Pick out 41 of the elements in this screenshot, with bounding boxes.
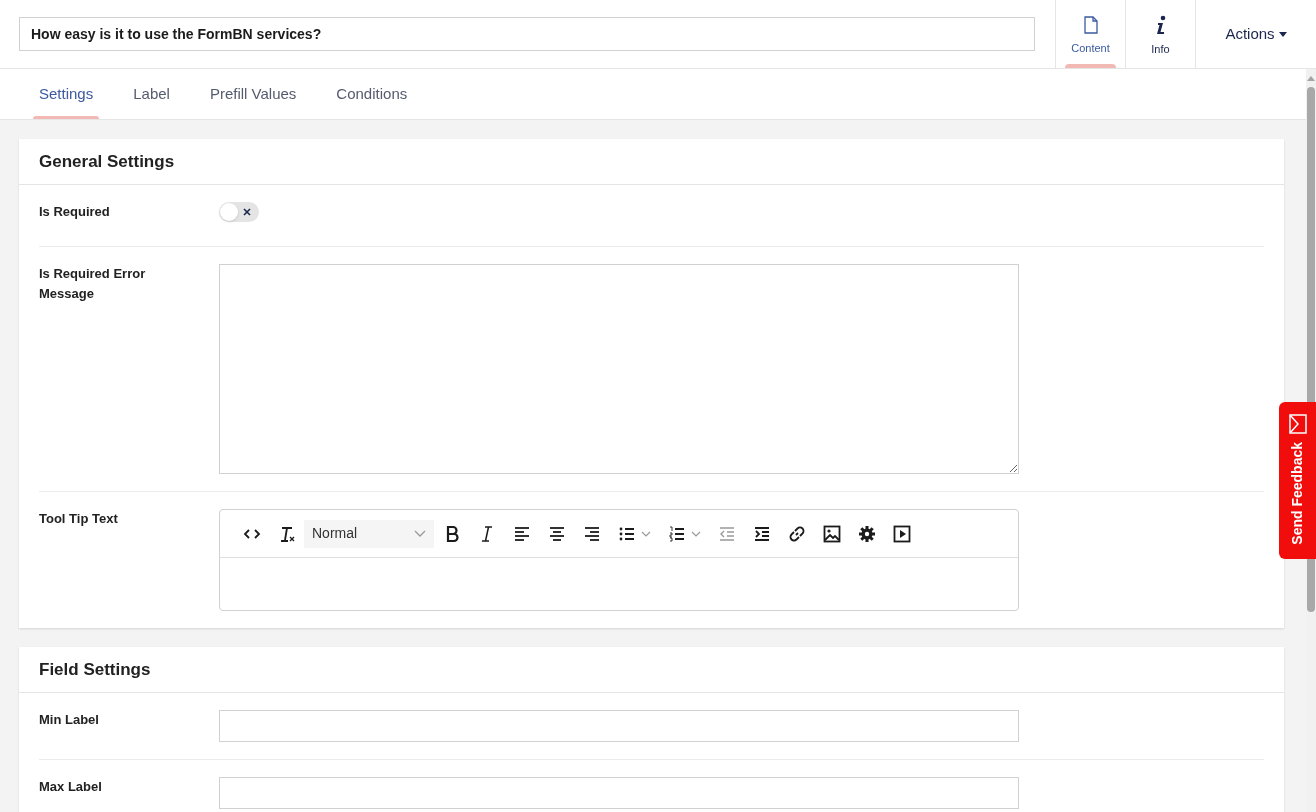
header-tab[interactable]: Info <box>1125 0 1195 68</box>
numbered-list-icon <box>667 524 686 543</box>
tab[interactable]: Label <box>113 69 190 119</box>
tab[interactable]: Settings <box>19 69 114 119</box>
chevron-down-icon <box>640 530 651 537</box>
align-center-icon <box>547 524 566 543</box>
rich-text-editor[interactable]: Normal <box>219 509 1019 611</box>
image-icon <box>822 524 841 543</box>
align-right-icon <box>582 524 601 543</box>
toggle-switch[interactable] <box>219 202 259 222</box>
indent-icon <box>752 524 771 543</box>
chevron-down-icon <box>414 530 426 537</box>
chevron-down-icon <box>690 530 701 537</box>
feedback-button[interactable]: Send Feedback <box>1279 402 1316 559</box>
tab[interactable]: Conditions <box>316 69 428 119</box>
field-label: Is Required <box>39 203 111 221</box>
align-left-icon <box>512 524 531 543</box>
field-label: Max Label <box>39 778 103 796</box>
section-title: Field Settings <box>39 658 151 681</box>
video-icon <box>892 524 911 543</box>
caret-icon <box>1278 31 1287 37</box>
envelope-icon <box>1288 414 1307 434</box>
textarea-field[interactable] <box>219 264 1019 474</box>
format-select[interactable]: Normal <box>304 519 434 548</box>
document-icon <box>1083 15 1098 34</box>
actions-menu[interactable]: Actions <box>1195 0 1316 68</box>
scroll-up-icon[interactable] <box>1307 75 1315 81</box>
tab[interactable]: Prefill Values <box>189 69 317 119</box>
section-title: General Settings <box>39 150 175 173</box>
field-label: Min Label <box>39 711 100 729</box>
info-icon <box>1154 14 1167 35</box>
close-icon <box>243 208 251 216</box>
field-label: Is Required Error Message <box>39 265 147 303</box>
outdent-icon <box>717 524 736 543</box>
field-label: Tool Tip Text <box>39 510 119 528</box>
header-tab[interactable]: Content <box>1055 0 1125 68</box>
link-icon <box>787 524 806 543</box>
title-field[interactable]: How easy is it to use the FormBN services? <box>19 17 1035 51</box>
input-field[interactable] <box>219 777 1019 809</box>
input-field[interactable] <box>219 710 1019 742</box>
gear-icon <box>857 524 876 543</box>
